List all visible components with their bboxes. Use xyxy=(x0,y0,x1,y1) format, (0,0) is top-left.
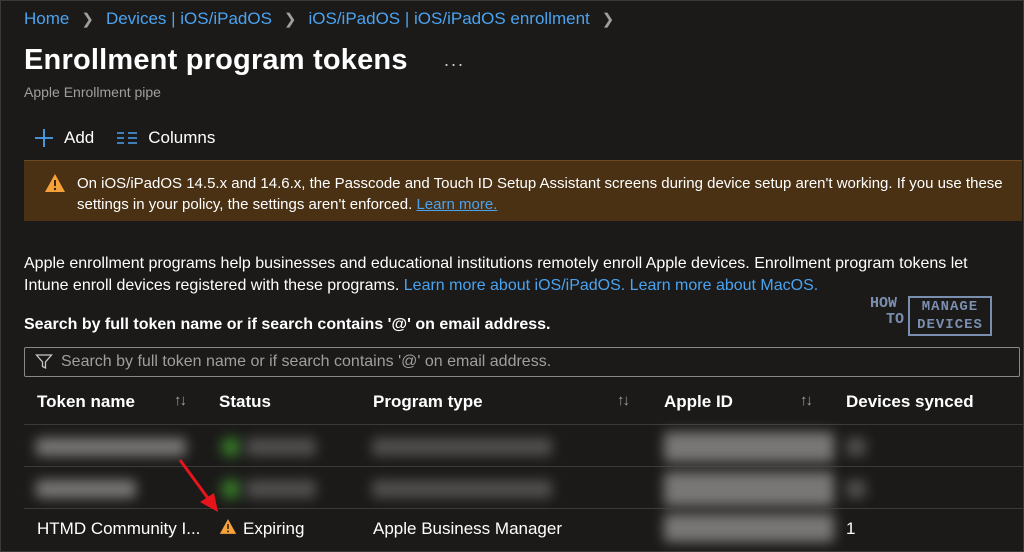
redacted-program-type xyxy=(372,438,552,456)
redacted-apple-id xyxy=(664,432,834,462)
column-header-devices-synced[interactable]: Devices synced xyxy=(846,392,974,412)
page-title: Enrollment program tokens xyxy=(24,44,408,76)
learn-more-macos-link[interactable]: Learn more about MacOS. xyxy=(630,277,819,294)
status-cell: Expiring xyxy=(243,519,305,538)
chevron-right-icon: ❯ xyxy=(283,11,297,28)
add-button[interactable]: Add xyxy=(34,128,94,148)
howto-manage-devices-logo: HOW TO MANAGE DEVICES xyxy=(870,296,994,340)
devices-synced-cell: 1 xyxy=(846,519,856,538)
breadcrumb-devices-ios[interactable]: Devices | iOS/iPadOS xyxy=(106,9,272,29)
warning-learn-more-link[interactable]: Learn more. xyxy=(416,196,497,213)
description-line-2-container: Intune enroll devices registered with th… xyxy=(24,275,1024,297)
add-button-label: Add xyxy=(64,128,95,147)
redacted-status-icon xyxy=(222,480,240,498)
column-header-program-type[interactable]: Program type xyxy=(373,392,483,412)
redacted-apple-id xyxy=(664,514,834,542)
description-line-2: Intune enroll devices registered with th… xyxy=(24,277,400,294)
page-subtitle: Apple Enrollment pipe xyxy=(24,84,161,100)
warning-banner: On iOS/iPadOS 14.5.x and 14.6.x, the Pas… xyxy=(24,160,1022,221)
chevron-right-icon: ❯ xyxy=(601,11,615,28)
column-header-apple-id[interactable]: Apple ID xyxy=(664,392,733,412)
breadcrumb-ios-enrollment[interactable]: iOS/iPadOS | iOS/iPadOS enrollment xyxy=(309,9,590,29)
column-header-status[interactable]: Status xyxy=(219,392,271,412)
description-line-1: Apple enrollment programs help businesse… xyxy=(24,255,968,272)
search-label: Search by full token name or if search c… xyxy=(24,316,551,333)
columns-button-label: Columns xyxy=(148,128,216,147)
header-divider xyxy=(24,424,1024,425)
search-input[interactable] xyxy=(59,352,1019,372)
columns-icon xyxy=(116,130,138,146)
plus-icon xyxy=(34,128,54,148)
warning-icon xyxy=(219,518,237,540)
warning-text: On iOS/iPadOS 14.5.x and 14.6.x, the Pas… xyxy=(77,175,1003,213)
redacted-token-name xyxy=(36,480,136,498)
logo-manage-devices: MANAGE DEVICES xyxy=(908,296,992,336)
annotation-arrow xyxy=(178,459,218,512)
redacted-status xyxy=(246,438,316,456)
redacted-devices-synced xyxy=(846,438,866,456)
command-bar: Add Columns xyxy=(34,126,237,150)
redacted-status-icon xyxy=(222,438,240,456)
redacted-program-type xyxy=(372,480,552,498)
learn-more-ios-link[interactable]: Learn more about iOS/iPadOS. xyxy=(404,277,625,294)
warning-icon xyxy=(44,173,66,198)
breadcrumb: Home ❯ Devices | iOS/iPadOS ❯ iOS/iPadOS… xyxy=(24,8,626,30)
redacted-status xyxy=(246,480,316,498)
description: Apple enrollment programs help businesse… xyxy=(24,253,1024,297)
redacted-devices-synced xyxy=(846,480,866,498)
program-type-cell: Apple Business Manager xyxy=(373,519,563,538)
sort-icon[interactable]: ↑↓ xyxy=(800,392,813,409)
column-header-token-name[interactable]: Token name xyxy=(37,392,135,412)
redacted-apple-id xyxy=(664,472,834,506)
filter-icon xyxy=(35,353,53,371)
sort-icon[interactable]: ↑↓ xyxy=(617,392,630,409)
search-box[interactable] xyxy=(24,347,1020,377)
chevron-right-icon: ❯ xyxy=(81,11,94,28)
columns-button[interactable]: Columns xyxy=(116,128,215,148)
redacted-token-name xyxy=(36,438,186,456)
sort-icon[interactable]: ↑↓ xyxy=(174,392,187,409)
token-name-cell[interactable]: HTMD Community I... xyxy=(37,519,200,539)
logo-how-to: HOW TO xyxy=(870,295,905,328)
warning-message: On iOS/iPadOS 14.5.x and 14.6.x, the Pas… xyxy=(77,173,1017,215)
more-icon[interactable]: ... xyxy=(444,50,465,71)
breadcrumb-home[interactable]: Home xyxy=(24,9,69,29)
